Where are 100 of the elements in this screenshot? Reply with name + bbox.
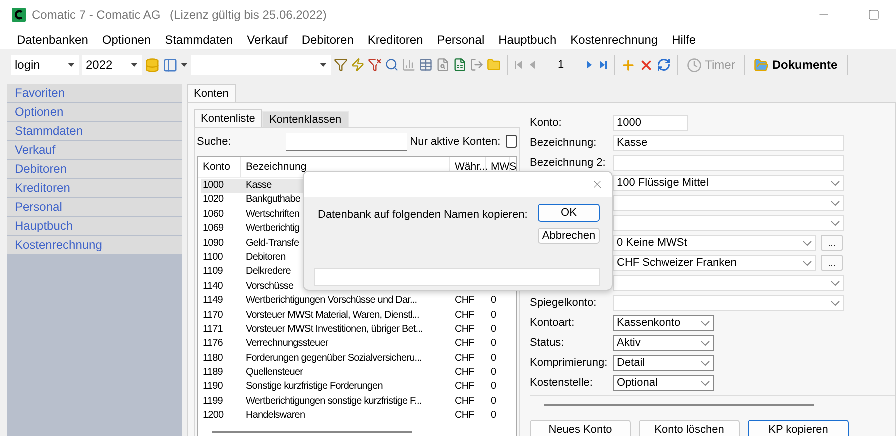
table-row[interactable]: 1200 Handelswaren CHF 0 <box>201 409 516 424</box>
dropdown[interactable]: Optional <box>613 375 714 391</box>
documents-button[interactable]: Dokumente <box>751 58 841 72</box>
table-cell-text: CHF <box>454 380 474 394</box>
table-row[interactable]: 1176 Verrechnungssteuer CHF 0 <box>201 337 516 352</box>
sidebar-item[interactable]: Debitoren <box>7 160 182 179</box>
skip-next-icon[interactable] <box>598 60 608 70</box>
sidebar-item[interactable]: Personal <box>7 198 182 217</box>
table-cell-text: 1000 <box>202 179 224 193</box>
preview-icon[interactable] <box>436 58 450 72</box>
menu-item[interactable]: Stammdaten <box>158 32 240 46</box>
table-cell-text: CHF <box>454 394 474 409</box>
action-button[interactable]: KP kopieren <box>748 420 849 436</box>
bar-chart-icon[interactable] <box>402 58 416 72</box>
chevron-down-icon <box>831 200 840 206</box>
input-field[interactable] <box>613 155 844 171</box>
table-cell-text: Vorsteuer MWSt Material, Waren, Dienstl... <box>245 308 420 323</box>
active-filter-label: Nur aktive Konten: <box>410 136 501 148</box>
more-button[interactable]: ... <box>821 235 843 251</box>
dropdown[interactable]: Kassenkonto <box>613 315 714 331</box>
checkbox[interactable] <box>506 135 517 148</box>
sidebar-item[interactable]: Kostenrechnung <box>7 236 182 255</box>
dropdown[interactable] <box>613 195 844 211</box>
table-row[interactable]: 1149 Wertberichtigungen Vorschüsse und Dar... CHF 0 <box>201 294 516 309</box>
year-combo[interactable]: 2022 <box>82 55 142 75</box>
action-button[interactable]: Neues Konto <box>530 420 631 436</box>
sidebar-item[interactable]: Kreditoren <box>7 179 182 198</box>
menu-item[interactable]: Personal <box>430 32 492 46</box>
dialog-button[interactable]: Abbrechen <box>538 228 600 244</box>
dialog-message: Datenbank auf folgenden Namen kopieren: <box>318 208 528 223</box>
table-cell-text: Wertberichtigungen sonstige kurzfristige F... <box>245 394 422 409</box>
table-cell-text: 1100 <box>202 250 223 265</box>
filter-remove-icon[interactable] <box>368 58 382 72</box>
action-button[interactable]: Konto löschen <box>639 420 740 436</box>
table-icon[interactable] <box>419 58 433 72</box>
dropdown[interactable] <box>613 295 844 311</box>
scrollbar[interactable] <box>212 431 412 433</box>
menu-item[interactable]: Hauptbuch <box>492 32 564 46</box>
dropdown[interactable]: CHF Schweizer Franken <box>613 255 816 271</box>
database-icon[interactable] <box>145 58 160 72</box>
tab[interactable]: Kontenliste <box>194 109 262 127</box>
menu-item[interactable]: Kreditoren <box>360 32 430 46</box>
table-cell-text: 1069 <box>202 222 224 236</box>
menu-item[interactable]: Debitoren <box>294 32 361 46</box>
lightning-icon[interactable] <box>351 58 365 72</box>
sidebar-item[interactable]: Optionen <box>7 103 182 122</box>
scrollbar[interactable] <box>544 404 814 406</box>
table-row[interactable]: 1189 Quellensteuer CHF 0 <box>201 366 516 380</box>
clock-icon <box>687 58 702 72</box>
field-label: Konto: <box>530 116 563 131</box>
dropdown[interactable]: Detail <box>613 355 714 371</box>
layout-icon[interactable] <box>163 58 178 72</box>
table-row[interactable]: 1190 Sonstige kurzfristige Forderungen CHF 0 <box>201 380 516 395</box>
close-icon[interactable] <box>591 178 604 191</box>
table-cell-text: Verrechnungssteuer <box>245 337 328 352</box>
dropdown[interactable]: 0 Keine MWSt <box>613 235 816 251</box>
menu-item[interactable]: Kostenrechnung <box>564 32 666 46</box>
caret-icon <box>68 63 75 67</box>
skip-previous-icon[interactable] <box>514 60 524 70</box>
table-row[interactable]: 1171 Vorsteuer MWSt Investitionen, übriger Bet... CHF 0 <box>201 322 516 338</box>
table-cell-text: Sonstige kurzfristige Forderungen <box>245 380 383 394</box>
dialog-button[interactable]: OK <box>538 204 600 222</box>
spreadsheet-icon[interactable] <box>453 58 467 72</box>
more-button[interactable]: ... <box>821 255 843 271</box>
sidebar-item[interactable]: Favoriten <box>7 84 182 103</box>
tab[interactable]: Kontenklassen <box>262 111 349 127</box>
table-cell-text: CHF <box>454 337 474 352</box>
dropdown[interactable] <box>613 275 844 291</box>
filter-icon[interactable] <box>334 58 348 72</box>
dropdown[interactable] <box>613 215 844 231</box>
search-icon[interactable] <box>385 58 399 72</box>
dropdown[interactable]: 100 Flüssige Mittel <box>613 175 844 191</box>
table-row[interactable]: 1180 Forderungen gegenüber Sozialversicheru... CHF 0 <box>201 352 516 366</box>
dropdown[interactable]: Aktiv <box>613 335 714 351</box>
table-cell-text: 1149 <box>202 294 223 308</box>
table-cell-text: 1109 <box>202 265 223 280</box>
menu-item[interactable]: Hilfe <box>665 32 704 46</box>
table-row[interactable]: 1199 Wertberichtigungen sonstige kurzfristige F... CHF 0 <box>201 394 516 410</box>
table-cell-text: CHF <box>454 294 474 308</box>
input-field[interactable]: Kasse <box>613 135 844 151</box>
plus-icon[interactable] <box>621 58 636 72</box>
refresh-icon[interactable] <box>657 58 672 72</box>
sidebar-item[interactable]: Stammdaten <box>7 122 182 141</box>
input-field[interactable]: 1000 <box>613 115 688 131</box>
menu-item[interactable]: Optionen <box>95 32 158 46</box>
chevron-down-icon <box>701 320 710 326</box>
table-cell-text: Forderungen gegenüber Sozialversicheru... <box>245 352 422 366</box>
sidebar-item[interactable]: Verkauf <box>7 141 182 160</box>
column-header[interactable]: Konto <box>198 157 241 177</box>
name-field[interactable] <box>314 268 600 286</box>
menu-item[interactable]: Datenbanken <box>10 32 96 46</box>
search-field[interactable] <box>286 132 408 150</box>
menu-item[interactable]: Verkauf <box>240 32 295 46</box>
export-icon[interactable] <box>470 58 484 72</box>
sidebar-item[interactable]: Hauptbuch <box>7 217 182 236</box>
user-combo[interactable]: login <box>11 55 79 75</box>
tab[interactable]: Konten <box>187 84 236 102</box>
table-row[interactable]: 1170 Vorsteuer MWSt Material, Waren, Dienstl... CHF 0 <box>201 308 516 323</box>
table-cell-text: 0 <box>490 322 496 337</box>
folder-icon[interactable] <box>487 58 501 72</box>
